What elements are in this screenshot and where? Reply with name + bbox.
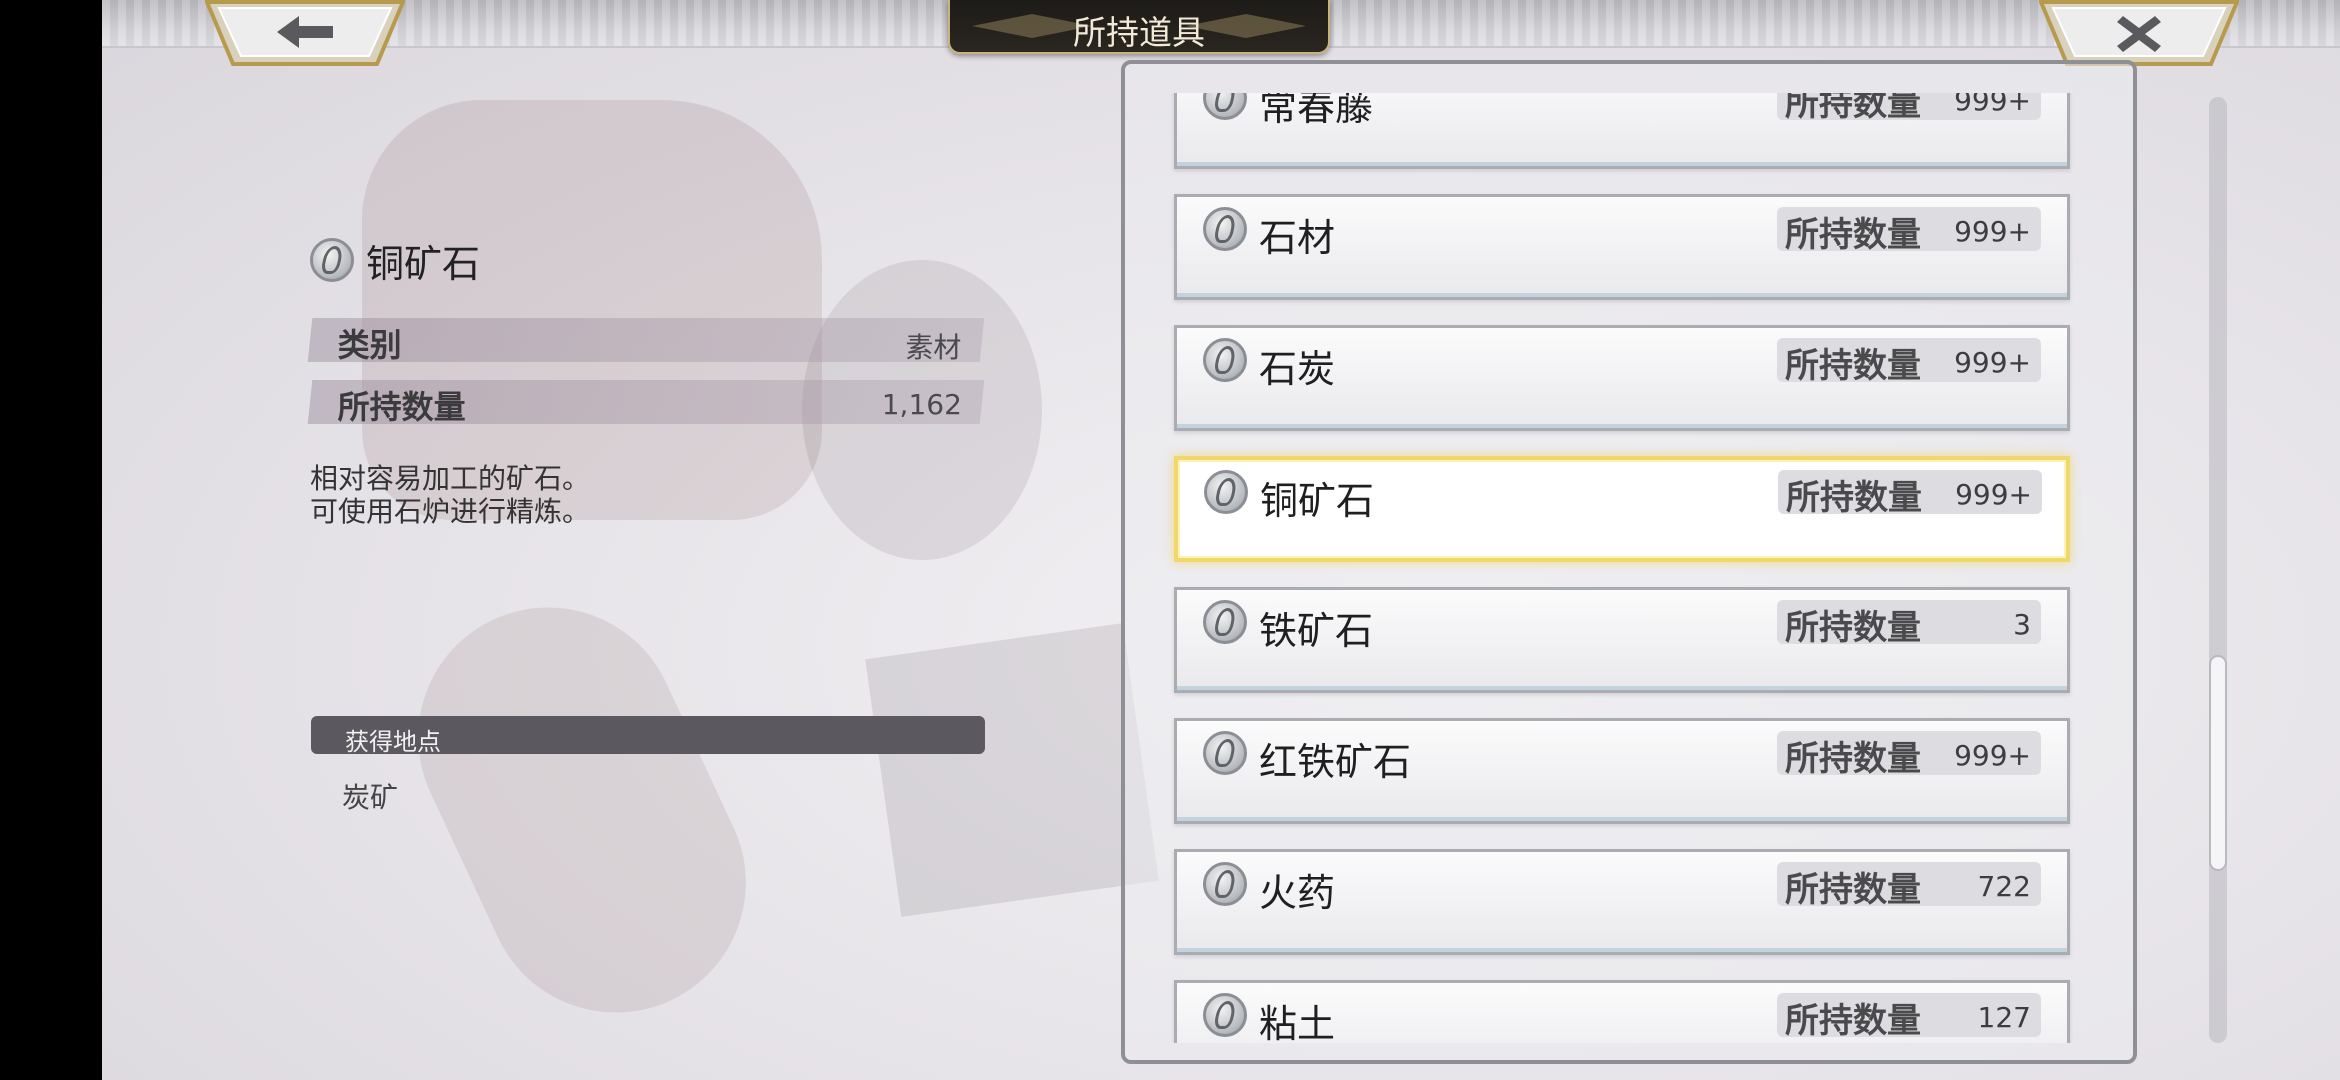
list-item[interactable]: 石材 所持数量 999+ — [1174, 194, 2070, 300]
quantity-pill: 所持数量 722 — [1777, 862, 2041, 910]
list-item[interactable]: 铜矿石 所持数量 999+ — [1174, 456, 2070, 562]
ore-medal-icon — [1204, 470, 1248, 514]
back-button[interactable] — [205, 0, 405, 66]
ore-medal-icon — [1203, 993, 1247, 1037]
quantity-value: 999+ — [1954, 346, 2031, 379]
quantity-value: 999+ — [1954, 739, 2031, 772]
quantity-pill: 所持数量 999+ — [1777, 338, 2041, 386]
item-list[interactable]: 常春藤 所持数量 999+ 石材 所持数量 999+ 石炭 所持数量 999+ 铜矿石 所持数量 99… — [1121, 93, 2137, 1043]
list-item-name: 铜矿石 — [1260, 479, 1375, 523]
item-list-scrollbar[interactable] — [2209, 97, 2227, 1043]
arrow-left-icon — [277, 16, 333, 48]
category-label: 类别 — [337, 326, 402, 364]
owned-count-value: 1,162 — [881, 388, 962, 421]
quantity-pill: 所持数量 3 — [1777, 600, 2041, 648]
quantity-label: 所持数量 — [1785, 346, 1921, 386]
list-item-name: 常春藤 — [1259, 93, 1374, 129]
background-roll-illustration — [375, 564, 789, 1056]
quantity-label: 所持数量 — [1785, 870, 1921, 910]
list-item-name: 火药 — [1259, 871, 1336, 915]
ore-medal-icon — [1203, 862, 1247, 906]
list-item[interactable]: 铁矿石 所持数量 3 — [1174, 587, 2070, 693]
category-row: 类别 素材 — [307, 318, 985, 364]
quantity-label: 所持数量 — [1785, 1001, 1921, 1041]
quantity-value: 999+ — [1955, 478, 2032, 511]
list-item[interactable]: 红铁矿石 所持数量 999+ — [1174, 718, 2070, 824]
owned-count-label: 所持数量 — [337, 388, 466, 426]
quantity-value: 999+ — [1954, 215, 2031, 248]
list-item-name: 粘土 — [1259, 1002, 1336, 1043]
background-books-illustration — [865, 623, 1159, 917]
quantity-pill: 所持数量 127 — [1777, 993, 2041, 1041]
close-x-icon — [2117, 16, 2161, 52]
page-title: 所持道具 — [1073, 13, 1205, 52]
game-screen: 所持道具 铜矿石 类别 素材 所持数量 1,162 相对容易加工的矿石。 可使用… — [102, 0, 2340, 1080]
close-button[interactable] — [2039, 0, 2239, 66]
quantity-value: 3 — [2013, 608, 2031, 641]
list-item[interactable]: 常春藤 所持数量 999+ — [1174, 93, 2070, 169]
ore-medal-icon — [1203, 600, 1247, 644]
quantity-pill: 所持数量 999+ — [1778, 470, 2042, 518]
quantity-pill: 所持数量 999+ — [1777, 731, 2041, 779]
ore-medal-icon — [1203, 338, 1247, 382]
list-item[interactable]: 粘土 所持数量 127 — [1174, 980, 2070, 1043]
ore-medal-icon — [310, 238, 354, 282]
item-detail-name: 铜矿石 — [366, 241, 481, 286]
background-bag-illustration — [362, 100, 822, 520]
quantity-value: 127 — [1977, 1001, 2031, 1034]
title-plate: 所持道具 — [948, 0, 1330, 54]
source-header-label: 获得地点 — [345, 728, 441, 756]
quantity-label: 所持数量 — [1785, 608, 1921, 648]
list-item-name: 石炭 — [1259, 347, 1336, 391]
ore-medal-icon — [1203, 731, 1247, 775]
item-description: 相对容易加工的矿石。 可使用石炉进行精炼。 — [310, 462, 591, 528]
source-header: 获得地点 — [311, 716, 985, 756]
source-location: 炭矿 — [342, 781, 399, 814]
list-item[interactable]: 火药 所持数量 722 — [1174, 849, 2070, 955]
quantity-label: 所持数量 — [1786, 478, 1922, 518]
quantity-pill: 所持数量 999+ — [1777, 207, 2041, 255]
quantity-label: 所持数量 — [1785, 215, 1921, 255]
scrollbar-thumb[interactable] — [2209, 655, 2227, 871]
ore-medal-icon — [1203, 207, 1247, 251]
list-item[interactable]: 石炭 所持数量 999+ — [1174, 325, 2070, 431]
item-detail-header: 铜矿石 — [310, 230, 480, 290]
quantity-pill: 所持数量 999+ — [1777, 93, 2041, 124]
quantity-label: 所持数量 — [1785, 93, 1921, 124]
quantity-value: 999+ — [1954, 93, 2031, 117]
list-item-name: 红铁矿石 — [1259, 740, 1412, 784]
list-item-name: 铁矿石 — [1259, 609, 1374, 653]
list-item-name: 石材 — [1259, 216, 1336, 260]
quantity-value: 722 — [1977, 870, 2031, 903]
owned-count-row: 所持数量 1,162 — [307, 380, 985, 426]
quantity-label: 所持数量 — [1785, 739, 1921, 779]
ore-medal-icon — [1203, 93, 1247, 120]
category-value: 素材 — [905, 331, 962, 364]
